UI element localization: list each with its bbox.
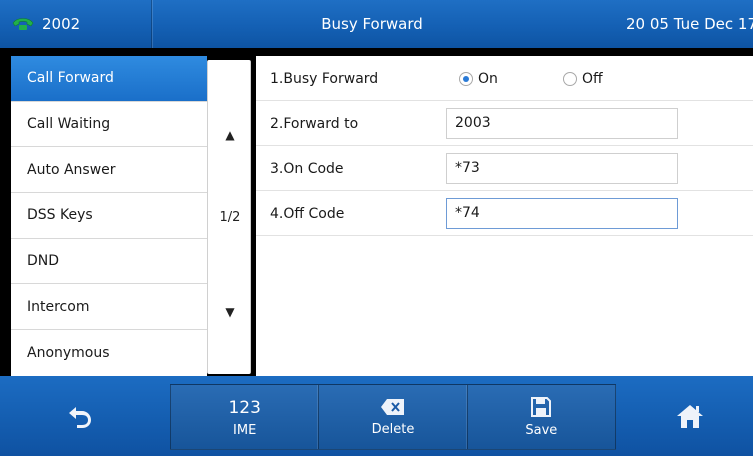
menu-item-call-waiting[interactable]: Call Waiting xyxy=(11,102,207,148)
settings-panel: 1.Busy Forward On Off 2.Forward to 2003 … xyxy=(256,56,753,376)
setting-row-busy-forward: 1.Busy Forward On Off xyxy=(256,56,753,101)
softkey-bar: 123 IME Delete Save xyxy=(0,376,753,456)
back-button[interactable] xyxy=(60,398,100,434)
menu-item-auto-answer[interactable]: Auto Answer xyxy=(11,147,207,194)
on-code-label: 3.On Code xyxy=(270,160,344,177)
home-icon xyxy=(677,405,703,428)
page-scroller: ▲ 1/2 ▼ xyxy=(207,60,251,374)
setting-row-off-code: 4.Off Code *74 xyxy=(256,191,753,236)
menu-item-intercom[interactable]: Intercom xyxy=(11,284,207,331)
menu-item-anonymous[interactable]: Anonymous xyxy=(11,330,207,376)
page-up-arrow-icon[interactable]: ▲ xyxy=(208,128,252,142)
delete-button[interactable]: Delete xyxy=(319,385,468,449)
ime-label: IME xyxy=(233,422,257,438)
menu-item-dss-keys[interactable]: DSS Keys xyxy=(11,193,207,239)
ime-button[interactable]: 123 IME xyxy=(171,385,320,449)
radio-on-label: On xyxy=(478,71,498,87)
forward-to-field[interactable]: 2003 xyxy=(446,108,678,139)
softkey-group: 123 IME Delete Save xyxy=(170,384,616,450)
save-label: Save xyxy=(525,422,558,438)
status-bar: 2002 Busy Forward 20 05 Tue Dec 17 xyxy=(0,0,753,48)
delete-label: Delete xyxy=(371,421,415,437)
back-arrow-icon xyxy=(69,407,91,428)
setting-row-on-code: 3.On Code *73 xyxy=(256,146,753,191)
page-indicator: 1/2 xyxy=(219,210,241,225)
home-button[interactable] xyxy=(670,398,710,434)
off-code-field[interactable]: *74 xyxy=(446,198,678,229)
menu-item-call-forward[interactable]: Call Forward xyxy=(11,56,207,102)
phone-handset-icon xyxy=(12,18,34,30)
radio-off-label: Off xyxy=(582,71,603,87)
off-code-label: 4.Off Code xyxy=(270,205,345,222)
busy-forward-label: 1.Busy Forward xyxy=(270,70,379,87)
page-down-arrow-icon[interactable]: ▼ xyxy=(208,305,252,319)
radio-unselected-icon xyxy=(563,72,577,86)
setting-row-forward-to: 2.Forward to 2003 xyxy=(256,101,753,146)
ime-mode-value: 123 xyxy=(228,397,261,418)
page-title: Busy Forward xyxy=(321,15,423,33)
line-number: 2002 xyxy=(42,15,81,33)
save-button[interactable]: Save xyxy=(468,385,615,449)
radio-selected-icon xyxy=(459,72,473,86)
settings-menu: Call Forward Call Waiting Auto Answer DS… xyxy=(11,56,207,376)
radio-off[interactable]: Off xyxy=(563,71,603,87)
clock: 20 05 Tue Dec 17 xyxy=(626,15,753,33)
on-code-field[interactable]: *73 xyxy=(446,153,678,184)
forward-to-label: 2.Forward to xyxy=(270,115,359,132)
floppy-disk-icon xyxy=(531,396,552,417)
radio-on[interactable]: On xyxy=(459,71,498,87)
backspace-icon xyxy=(380,398,404,415)
line-indicator: 2002 xyxy=(0,0,152,48)
menu-item-dnd[interactable]: DND xyxy=(11,239,207,285)
